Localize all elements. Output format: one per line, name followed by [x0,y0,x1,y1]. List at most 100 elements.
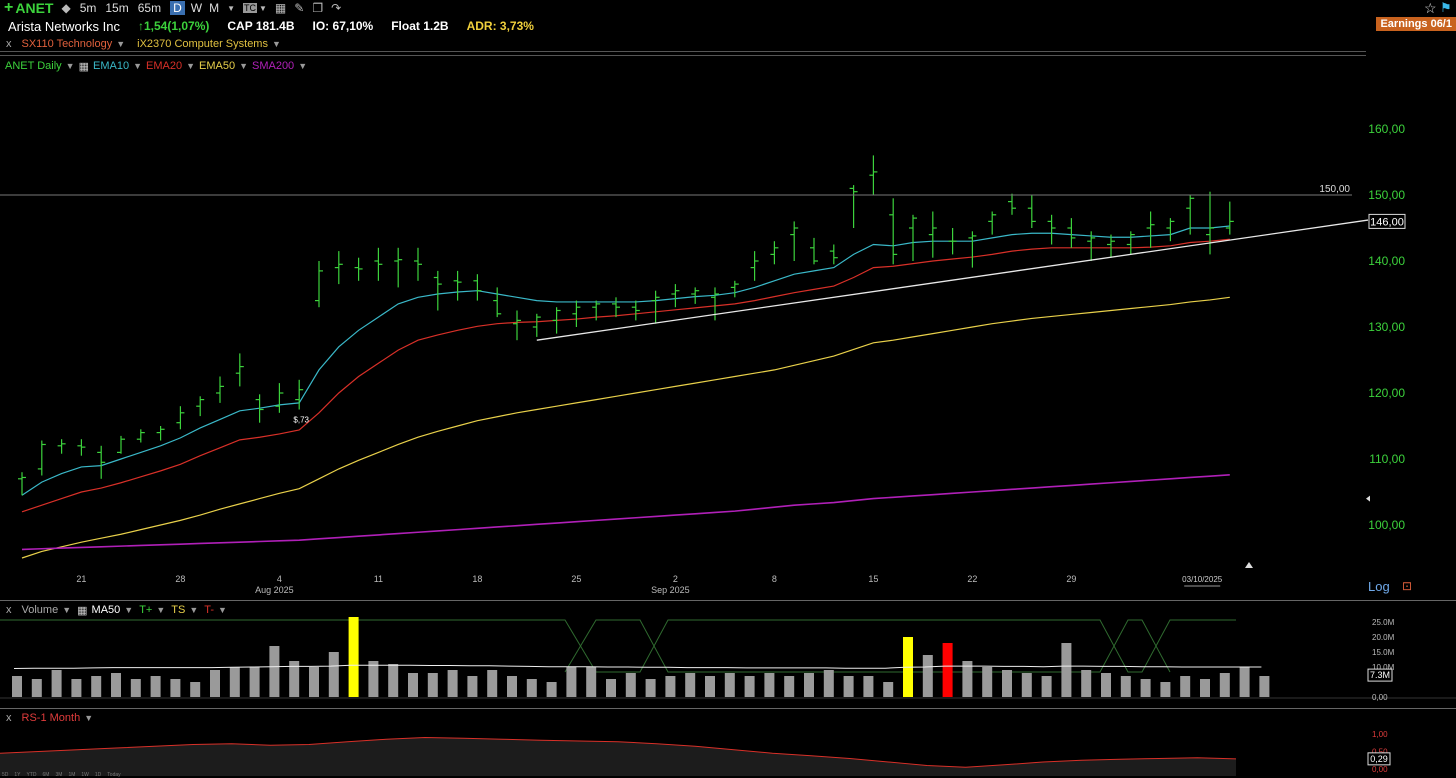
ts-label[interactable]: TS [171,604,185,616]
ohlc-bar [136,429,145,443]
close-icon[interactable]: x [6,38,12,50]
tc-icon[interactable]: TC [242,3,257,13]
volume-bar [507,676,517,697]
sector-label[interactable]: SX110 Technology [22,38,113,50]
volume-bar [91,676,102,697]
timeframe-strip-item[interactable]: 1W [81,772,89,778]
x-month-label: Sep 2025 [651,585,690,595]
volume-envelope-lower [564,619,1171,673]
volume-bar [1021,673,1032,697]
log-scale-toggle[interactable]: Log [1368,579,1390,594]
industry-label[interactable]: iX2370 Computer Systems [137,38,268,50]
ohlc-bar [869,155,878,195]
volume-bar [1219,673,1230,697]
chevron-down-icon[interactable]: ▼ [272,39,281,49]
volume-bar [210,670,220,697]
star-icon[interactable]: ☆ [1424,0,1437,17]
volume-bar [71,679,82,697]
rs-chart[interactable]: 1,000,500,000,29 [0,724,1456,776]
volume-bar [427,673,438,697]
ohlc-bar [176,406,185,430]
chevron-down-icon[interactable]: ▼ [84,713,93,723]
ohlc-bar [374,247,383,281]
volume-bar [12,676,22,697]
volume-last-label: 7.3M [1370,670,1390,680]
volume-chart[interactable]: 25.0M20.0M15.0M10.0M0,007.3M [0,617,1456,707]
t-minus-label[interactable]: T- [204,604,214,616]
timeframe-strip-item[interactable]: 1D [95,772,101,778]
price-marker-icon [1366,495,1370,502]
tf-monthly[interactable]: M [209,1,219,15]
chevron-down-icon[interactable]: ▼ [218,605,227,615]
grid-icon[interactable]: ▦ [275,1,286,15]
y-tick-label: 120,00 [1368,386,1405,400]
lock-icon[interactable]: ⊡ [1402,579,1412,593]
ma-line-sma200 [21,474,1230,551]
tf-5m[interactable]: 5m [80,1,97,15]
t-plus-label[interactable]: T+ [139,604,152,616]
ohlc-bar [97,445,106,479]
chart-type-icon[interactable]: ◆ [61,1,70,15]
ohlc-bar [889,198,898,265]
float: Float 1.2B [391,19,449,33]
timeframe-strip-item[interactable]: 1Y [14,772,20,778]
volume-bar [388,664,399,697]
ohlc-bar [928,211,937,258]
y-tick-label: 110,00 [1369,452,1405,466]
volume-bar [1101,673,1111,697]
chevron-down-icon[interactable]: ▼ [124,605,133,615]
volume-bar [447,670,458,697]
volume-bar [348,617,359,697]
chevron-down-icon[interactable]: ▼ [62,605,71,615]
rs-label[interactable]: RS-1 Month [22,712,81,724]
chevron-down-icon[interactable]: ▼ [189,605,198,615]
timeframe-strip-item[interactable]: YTD [27,772,37,778]
tf-15m[interactable]: 15m [105,1,128,15]
volume-bar [1120,676,1131,697]
timeframe-strip-item[interactable]: 1M [68,772,75,778]
x-tick-label: 18 [472,574,482,584]
pencil-icon[interactable]: ✎ [294,1,304,15]
tf-daily[interactable]: D [170,1,185,15]
volume-label[interactable]: Volume [22,604,59,616]
volume-bar [665,676,676,697]
volume-bar [606,679,616,697]
ohlc-bar [1008,193,1016,215]
volume-bar [111,673,121,697]
timeframe-strip-item[interactable]: 3M [55,772,62,778]
chevron-down-icon[interactable]: ▼ [116,39,125,49]
price-chart[interactable]: 160,00 150,00 140,00 130,00 120,00 110,00 100,… [0,70,1456,600]
rs-y-tick: 1,00 [1372,730,1388,739]
volume-bar [784,676,795,697]
volume-bar [150,676,161,697]
redo-icon[interactable]: ↷ [331,1,341,15]
close-icon[interactable]: x [6,712,12,724]
plus-icon[interactable]: + [4,0,13,17]
volume-ma-label[interactable]: MA50 [92,604,121,616]
volume-bar [328,652,339,697]
timeframe-strip-item[interactable]: Today [107,772,120,778]
ticker-symbol[interactable]: ANET [15,0,53,16]
ohlc-bar [1107,234,1115,258]
chevron-down-icon[interactable]: ▼ [259,4,267,13]
copy-icon[interactable]: ❐ [312,1,323,15]
ma-line-ema20 [21,238,1230,513]
timeframe-strip-item[interactable]: 5D [2,772,8,778]
volume-bar [566,667,577,697]
scroll-marker-icon [1245,562,1253,568]
tf-65m[interactable]: 65m [138,1,161,15]
earnings-badge[interactable]: Earnings 06/1 [1376,17,1456,31]
tf-weekly[interactable]: W [191,1,202,15]
ohlc-bar [1206,191,1214,255]
timeframe-strip-item[interactable]: 6M [43,772,50,778]
x-tick-label: 28 [175,574,185,584]
chevron-down-icon[interactable]: ▼ [227,4,235,13]
chevron-down-icon[interactable]: ▼ [156,605,165,615]
volume-bar [883,682,894,697]
x-tick-label: 4 [277,574,282,584]
grid-icon[interactable]: ▦ [77,604,87,617]
volume-bar [1081,670,1092,697]
toolbar: + ANET ◆ 5m 15m 65m D W M ▼ TC ▼ ▦ ✎ ❐ ↷… [0,0,1456,16]
close-icon[interactable]: x [6,604,12,616]
flag-icon[interactable]: ⚑ [1440,0,1452,16]
